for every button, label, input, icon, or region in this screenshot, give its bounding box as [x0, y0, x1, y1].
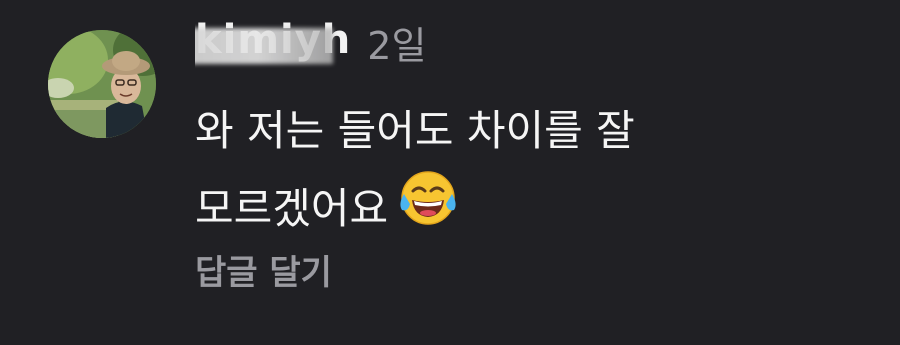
- reply-button[interactable]: 답글 달기: [195, 245, 332, 294]
- comment-header: kimiyh 2일: [195, 18, 426, 74]
- comment-item: kimiyh 2일 와 저는 들어도 차이를 잘 모르겠어요 답글 달기: [0, 0, 900, 345]
- comment-body: 와 저는 들어도 차이를 잘 모르겠어요: [195, 92, 875, 253]
- avatar[interactable]: [48, 30, 156, 138]
- avatar-photo: [48, 30, 156, 138]
- username[interactable]: kimiyh: [195, 18, 351, 74]
- comment-text-line-1: 와 저는 들어도 차이를 잘: [195, 106, 635, 155]
- username-blur-mask: [195, 28, 333, 64]
- comment-time: 2일: [367, 24, 427, 68]
- comment-text-line-2: 모르겠어요: [195, 184, 389, 233]
- comment-text-line-2-wrap: 모르겠어요: [195, 170, 875, 253]
- face-with-tears-of-joy-icon: [396, 164, 460, 253]
